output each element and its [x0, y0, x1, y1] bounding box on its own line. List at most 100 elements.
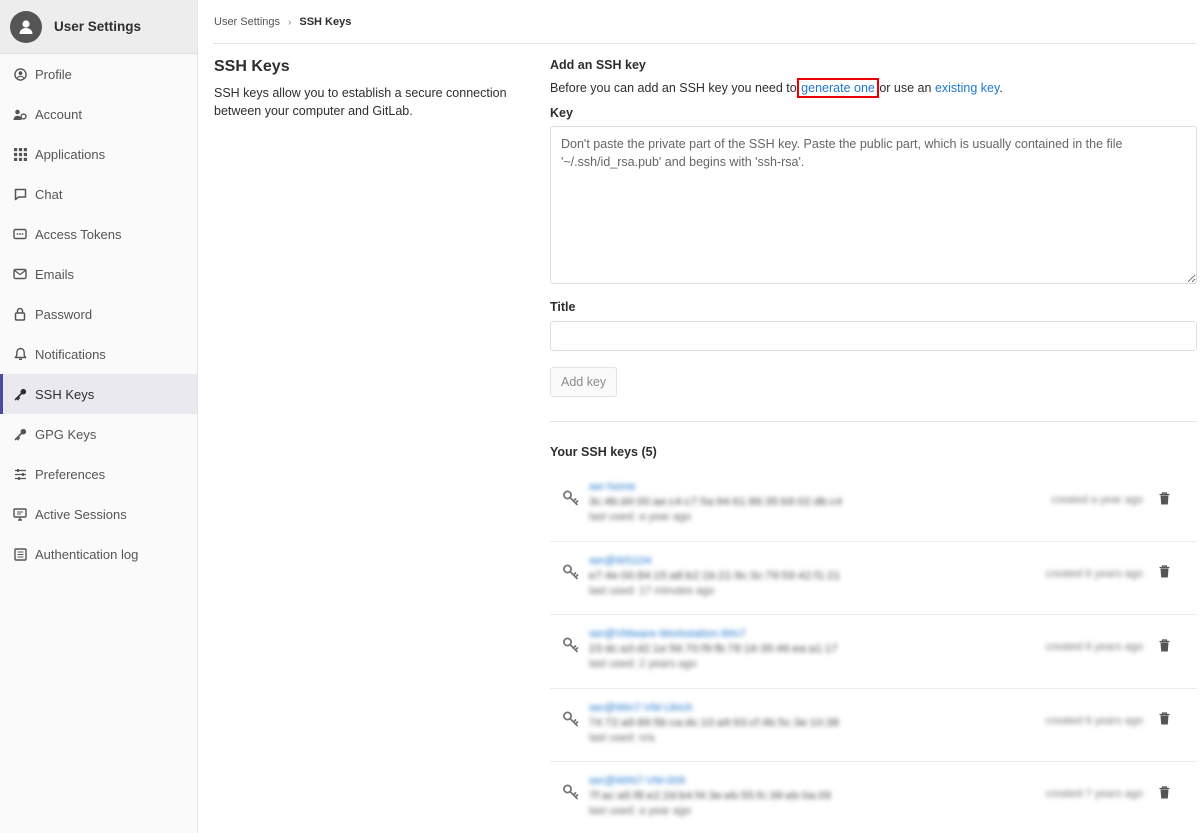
monitor-icon: [13, 507, 27, 521]
log-icon: [13, 547, 27, 561]
existing-key-link[interactable]: existing key: [935, 81, 999, 95]
sidebar-item-label: Active Sessions: [35, 506, 127, 522]
trash-icon[interactable]: [1157, 711, 1171, 727]
sidebar-item-profile[interactable]: Profile: [0, 54, 197, 94]
sidebar-item-label: Notifications: [35, 346, 106, 362]
intro-text: Before you can add an SSH key you need t…: [550, 81, 801, 95]
key-icon: [13, 427, 27, 441]
ssh-key-row: ser@VMware-Workstation-Win7 23:dc:a3:d2:…: [550, 615, 1197, 689]
ssh-key-details: ser@VMware-Workstation-Win7 23:dc:a3:d2:…: [589, 627, 838, 672]
key-icon: [562, 489, 580, 507]
token-icon: [13, 227, 27, 241]
sidebar-item-label: Applications: [35, 146, 106, 162]
sidebar-nav: Profile Account Applications Chat Access…: [0, 54, 197, 574]
sidebar-item-label: Authentication log: [35, 546, 139, 562]
key-textarea[interactable]: [550, 126, 1197, 284]
chat-icon: [13, 187, 27, 201]
title-input[interactable]: [550, 321, 1197, 351]
ssh-key-row: ser@WIN7-VM-009 7f:ac:a5:f8:e2:2d:b4:f4:…: [550, 762, 1197, 833]
sidebar-item-password[interactable]: Password: [0, 294, 197, 334]
breadcrumb-current[interactable]: SSH Keys: [299, 16, 351, 28]
ssh-key-last-used: last used: n/a: [589, 731, 655, 744]
ssh-keys-list: ser-home 3c:4b:d4:00:ae:c4:c7:5a:94:61:8…: [550, 468, 1197, 833]
section-divider: [550, 421, 1197, 422]
ssh-key-fingerprint: 7f:ac:a5:f8:e2:2d:b4:f4:3e:eb:55:fc:39:e…: [589, 790, 832, 802]
ssh-key-last-used: last used: a year ago: [589, 805, 692, 817]
trash-icon[interactable]: [1157, 784, 1171, 800]
sidebar-item-label: SSH Keys: [35, 386, 95, 402]
key-icon: [562, 783, 580, 801]
trash-icon[interactable]: [1157, 490, 1171, 506]
ssh-key-created: created a year ago: [1051, 494, 1143, 506]
ssh-key-created: created 6 years ago: [1045, 714, 1143, 727]
sidebar-item-label: GPG Keys: [35, 426, 97, 442]
sidebar-title: User Settings: [54, 19, 142, 34]
lock-icon: [13, 307, 27, 321]
ssh-key-row: ser@Win7-VM-Ulrich 74:72:a9:89:5b:ca:dc:…: [550, 689, 1197, 762]
email-icon: [13, 267, 27, 281]
sidebar-item-label: Emails: [35, 266, 75, 282]
ssh-key-details: ser@WS104 e7:4e:00:84:15:a8:b2:1b:21:9c:…: [589, 554, 840, 599]
applications-icon: [13, 147, 27, 161]
key-icon: [562, 636, 580, 654]
ssh-key-created: created 7 years ago: [1045, 788, 1143, 800]
sidebar-item-active-sessions[interactable]: Active Sessions: [0, 494, 197, 534]
ssh-key-last-used: last used: 2 years ago: [589, 658, 697, 670]
sidebar-item-authentication-log[interactable]: Authentication log: [0, 534, 197, 574]
ssh-key-title[interactable]: ser@WIN7-VM-009: [589, 774, 831, 789]
sidebar-item-label: Preferences: [35, 466, 106, 482]
key-icon: [13, 387, 27, 401]
page-description: SSH keys allow you to establish a secure…: [214, 86, 507, 118]
user-avatar-icon: [10, 10, 42, 43]
ssh-key-title[interactable]: ser@Win7-VM-Ulrich: [589, 701, 839, 716]
ssh-key-created: created 6 years ago: [1045, 641, 1143, 653]
account-icon: [13, 107, 27, 121]
intro-text: or use an: [875, 81, 935, 95]
sidebar-item-label: Chat: [35, 186, 63, 202]
ssh-key-details: ser@WIN7-VM-009 7f:ac:a5:f8:e2:2d:b4:f4:…: [589, 774, 831, 819]
breadcrumb: User Settings › SSH Keys: [198, 0, 1200, 44]
your-ssh-keys-heading: Your SSH keys (5): [550, 445, 657, 459]
sidebar-item-chat[interactable]: Chat: [0, 174, 197, 214]
ssh-key-last-used: last used: 17 minutes ago: [589, 584, 715, 597]
sidebar-item-ssh-keys[interactable]: SSH Keys: [0, 374, 197, 414]
ssh-key-fingerprint: 3c:4b:d4:00:ae:c4:c7:5a:94:61:86:35:b9:0…: [589, 496, 843, 508]
ssh-key-last-used: last used: a year ago: [589, 511, 692, 523]
ssh-key-row: ser@WS104 e7:4e:00:84:15:a8:b2:1b:21:9c:…: [550, 542, 1197, 615]
trash-icon[interactable]: [1157, 564, 1171, 580]
trash-icon[interactable]: [1157, 637, 1171, 653]
sidebar-item-preferences[interactable]: Preferences: [0, 454, 197, 494]
generate-one-link[interactable]: generate one: [797, 78, 879, 98]
sidebar-item-emails[interactable]: Emails: [0, 254, 197, 294]
title-label: Title: [550, 300, 576, 314]
ssh-key-details: ser-home 3c:4b:d4:00:ae:c4:c7:5a:94:61:8…: [589, 480, 842, 525]
sidebar-item-notifications[interactable]: Notifications: [0, 334, 197, 374]
ssh-key-title[interactable]: ser@WS104: [589, 554, 840, 569]
sidebar-item-label: Profile: [35, 66, 72, 82]
key-icon: [562, 563, 580, 581]
sidebar-item-label: Account: [35, 106, 82, 122]
sidebar-item-account[interactable]: Account: [0, 94, 197, 134]
ssh-key-fingerprint: 23:dc:a3:d2:1e:56:70:f9:fb:78:16:35:46:e…: [589, 643, 838, 655]
bell-icon: [13, 347, 27, 361]
add-key-button[interactable]: Add key: [550, 367, 618, 397]
key-icon: [562, 710, 580, 728]
ssh-key-row: ser-home 3c:4b:d4:00:ae:c4:c7:5a:94:61:8…: [550, 468, 1197, 542]
sidebar-header[interactable]: User Settings: [0, 0, 197, 54]
ssh-key-title[interactable]: ser@VMware-Workstation-Win7: [589, 627, 838, 642]
sidebar-item-access-tokens[interactable]: Access Tokens: [0, 214, 197, 254]
intro-text: .: [999, 81, 1003, 95]
ssh-key-created: created 6 years ago: [1045, 567, 1143, 580]
ssh-key-fingerprint: e7:4e:00:84:15:a8:b2:1b:21:9c:3c:79:59:4…: [589, 569, 841, 582]
sidebar-item-applications[interactable]: Applications: [0, 134, 197, 174]
page-title: SSH Keys: [214, 58, 290, 75]
key-label: Key: [550, 106, 573, 120]
settings-sidebar: User Settings Profile Account Applicatio…: [0, 0, 198, 833]
breadcrumb-divider: [213, 43, 1196, 44]
breadcrumb-user-settings[interactable]: User Settings: [214, 16, 280, 28]
sidebar-item-gpg-keys[interactable]: GPG Keys: [0, 414, 197, 454]
form-heading: Add an SSH key: [550, 58, 646, 72]
sliders-icon: [13, 467, 27, 481]
profile-icon: [13, 67, 27, 81]
ssh-key-title[interactable]: ser-home: [589, 480, 842, 495]
